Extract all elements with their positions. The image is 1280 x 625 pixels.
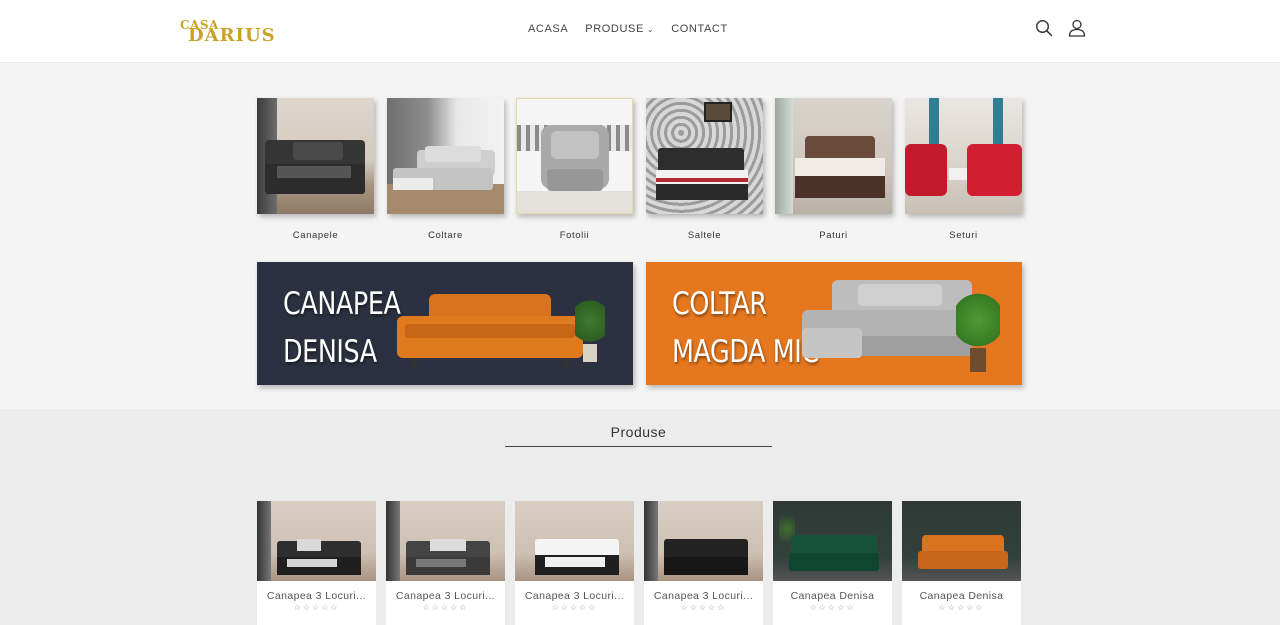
product-card[interactable]: Canapea 3 Locuri... ☆☆☆☆☆ bbox=[257, 501, 376, 625]
rating-stars: ☆☆☆☆☆ bbox=[422, 603, 469, 612]
category-label: Seturi bbox=[949, 230, 978, 241]
category-image bbox=[775, 98, 892, 214]
nav-contact[interactable]: CONTACT bbox=[671, 23, 728, 35]
category-label: Saltele bbox=[687, 230, 722, 241]
category-label: Canapele bbox=[292, 230, 339, 241]
category-canapele[interactable]: Canapele bbox=[257, 98, 374, 241]
section-divider bbox=[505, 446, 772, 447]
category-image bbox=[516, 98, 633, 214]
product-image bbox=[386, 501, 505, 581]
product-name: Canapea 3 Locuri... bbox=[395, 590, 496, 602]
casa-darius-logo[interactable]: CASA DARIUS bbox=[180, 18, 275, 46]
product-name: Canapea 3 Locuri... bbox=[266, 590, 367, 602]
product-image bbox=[257, 501, 376, 581]
nav-home[interactable]: ACASA bbox=[528, 23, 568, 35]
product-card[interactable]: Canapea 3 Locuri... ☆☆☆☆☆ bbox=[644, 501, 763, 625]
product-image bbox=[515, 501, 634, 581]
rating-stars: ☆☆☆☆☆ bbox=[293, 603, 340, 612]
rating-stars: ☆☆☆☆☆ bbox=[551, 603, 598, 612]
category-saltele[interactable]: Saltele bbox=[646, 98, 763, 241]
rating-stars: ☆☆☆☆☆ bbox=[680, 603, 727, 612]
category-fotolii[interactable]: Fotolii bbox=[516, 98, 633, 241]
banner-coltar-magda-mic[interactable]: COLTAR MAGDA MIC bbox=[646, 262, 1022, 385]
category-image bbox=[905, 98, 1022, 214]
banner-title: COLTAR MAGDA MIC bbox=[672, 280, 819, 376]
product-image bbox=[902, 501, 1021, 581]
category-image bbox=[387, 98, 504, 214]
category-paturi[interactable]: Paturi bbox=[775, 98, 892, 241]
category-label: Coltare bbox=[428, 230, 463, 241]
product-name: Canapea 3 Locuri... bbox=[653, 590, 754, 602]
user-icon[interactable] bbox=[1068, 19, 1086, 37]
banner-title: CANAPEA DENISA bbox=[283, 280, 401, 376]
search-icon[interactable] bbox=[1035, 19, 1053, 37]
category-image bbox=[257, 98, 374, 214]
product-name: Canapea Denisa bbox=[790, 590, 875, 602]
product-card[interactable]: Canapea 3 Locuri... ☆☆☆☆☆ bbox=[386, 501, 505, 625]
plant-image bbox=[956, 290, 1000, 372]
rating-stars: ☆☆☆☆☆ bbox=[809, 603, 856, 612]
nav-products[interactable]: PRODUSE ⌄ bbox=[585, 23, 654, 35]
product-image bbox=[773, 501, 892, 581]
main-nav: ACASA PRODUSE ⌄ CONTACT bbox=[528, 23, 728, 35]
banner-title-line2: MAGDA MIC bbox=[672, 334, 819, 370]
category-seturi[interactable]: Seturi bbox=[905, 98, 1022, 241]
sofa-image bbox=[802, 280, 972, 376]
category-label: Fotolii bbox=[559, 230, 590, 241]
product-card[interactable]: Canapea Denisa ☆☆☆☆☆ bbox=[773, 501, 892, 625]
product-card[interactable]: Canapea Denisa ☆☆☆☆☆ bbox=[902, 501, 1021, 625]
banner-canapea-denisa[interactable]: CANAPEA DENISA bbox=[257, 262, 633, 385]
banner-title-line1: COLTAR bbox=[672, 286, 767, 322]
sofa-image bbox=[397, 294, 583, 372]
plant-image bbox=[575, 296, 605, 362]
category-image bbox=[646, 98, 763, 214]
product-card[interactable]: Canapea 3 Locuri... ☆☆☆☆☆ bbox=[515, 501, 634, 625]
nav-products-label: PRODUSE bbox=[585, 23, 644, 35]
products-section bbox=[0, 409, 1280, 625]
logo-bottom-text: DARIUS bbox=[188, 25, 276, 46]
category-coltare[interactable]: Coltare bbox=[387, 98, 504, 241]
rating-stars: ☆☆☆☆☆ bbox=[938, 603, 985, 612]
category-label: Paturi bbox=[819, 230, 848, 241]
product-name: Canapea Denisa bbox=[919, 590, 1004, 602]
section-title: Produse bbox=[610, 424, 667, 440]
banner-title-line1: CANAPEA bbox=[283, 286, 401, 322]
product-image bbox=[644, 501, 763, 581]
chevron-down-icon: ⌄ bbox=[646, 25, 655, 34]
product-name: Canapea 3 Locuri... bbox=[524, 590, 625, 602]
banner-title-line2: DENISA bbox=[283, 334, 377, 370]
site-header: CASA DARIUS ACASA PRODUSE ⌄ CONTACT bbox=[0, 0, 1280, 63]
